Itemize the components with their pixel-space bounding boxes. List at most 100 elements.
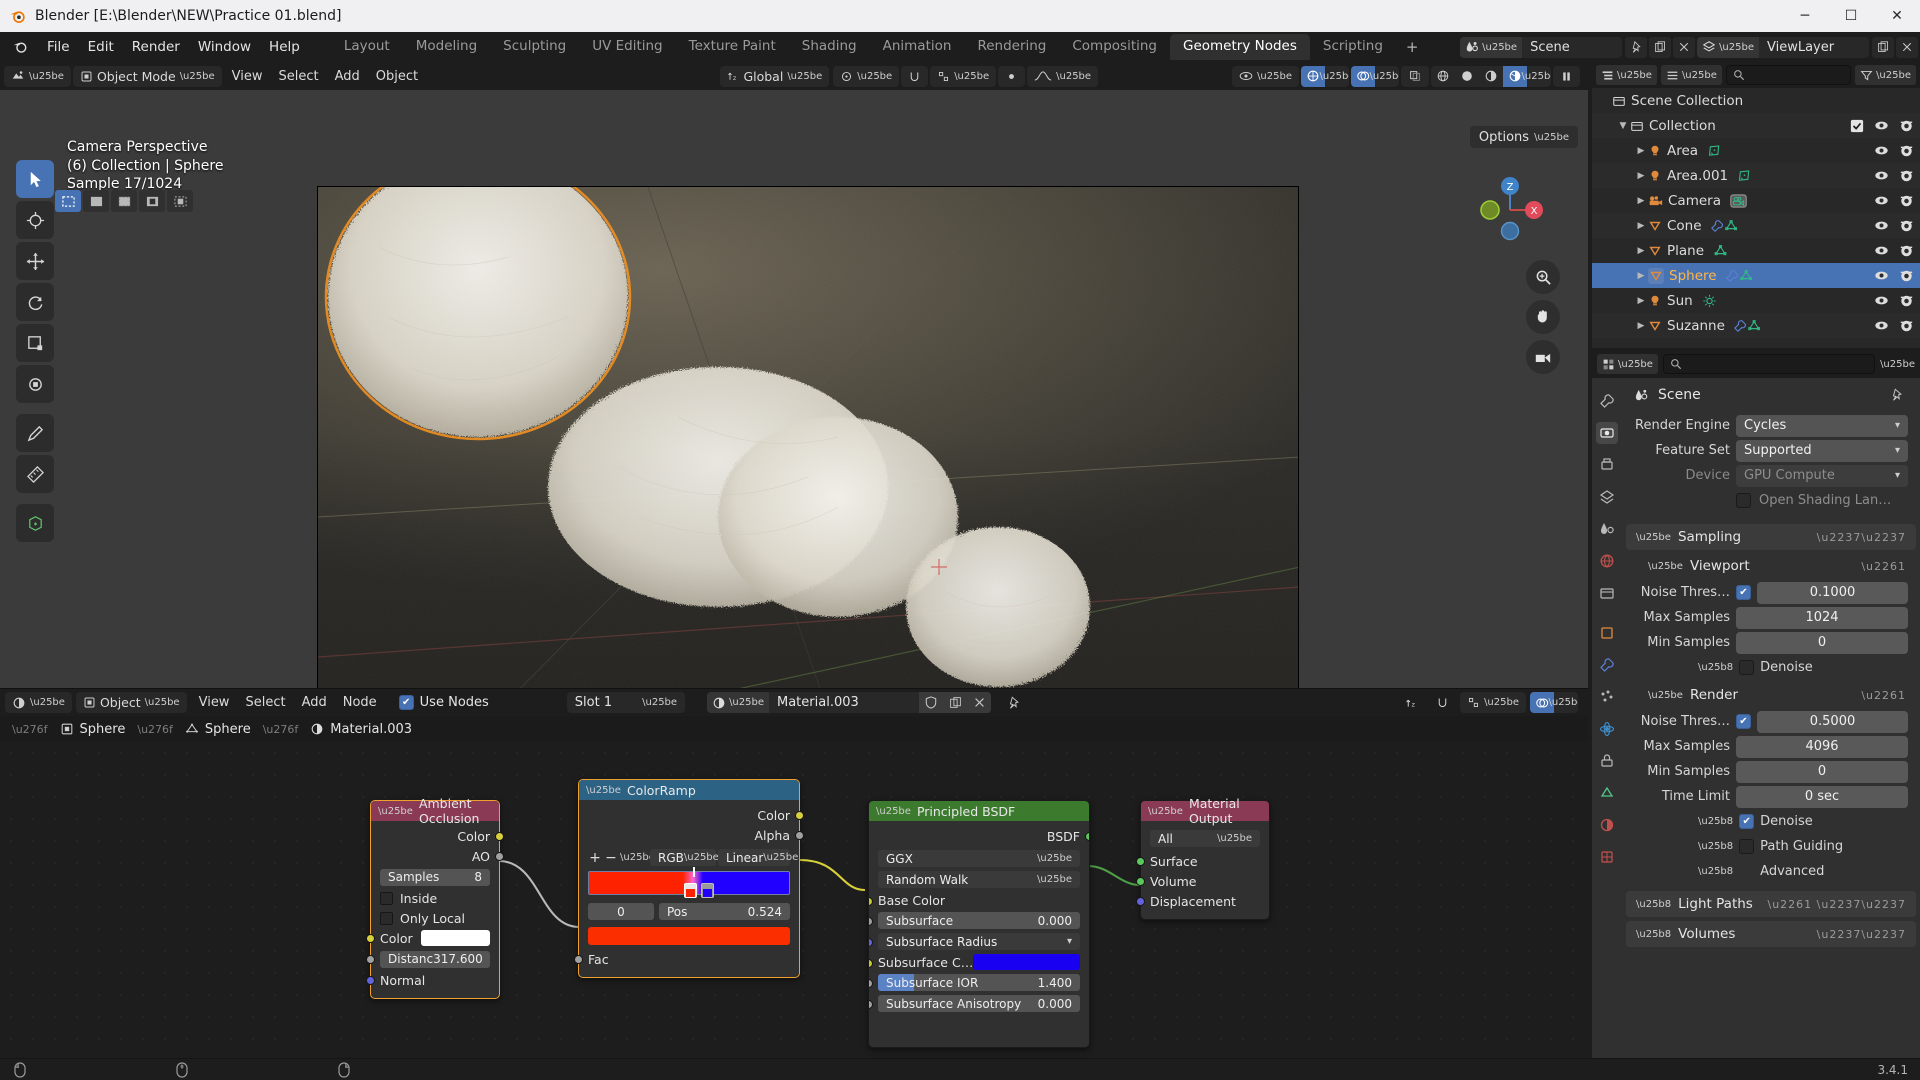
viewport-options-button[interactable]: Options \u25be: [1469, 126, 1578, 148]
outliner-item-label[interactable]: Scene Collection: [1631, 93, 1743, 109]
tool-measure-icon[interactable]: [16, 455, 54, 493]
hide-in-viewport-icon[interactable]: [1874, 244, 1889, 257]
path-guiding-checkbox[interactable]: [1739, 839, 1755, 854]
node-principled-bsdf[interactable]: \u25be Principled BSDF BSDF GGX \u25be R…: [868, 800, 1090, 1048]
outliner-item-label[interactable]: Plane: [1667, 243, 1704, 259]
select-subtract-icon[interactable]: [111, 190, 137, 212]
render-sampling-chevron[interactable]: \u25be: [1648, 690, 1683, 701]
viewport-sampling-preset-icon[interactable]: \u2261: [1861, 560, 1906, 573]
tab-world[interactable]: [1596, 550, 1618, 572]
ramp-index-pos-row[interactable]: 0 Pos 0.524: [579, 895, 799, 920]
render-sampling-row-time-limit[interactable]: Time Limit 0 sec: [1626, 785, 1908, 808]
tool-cursor-icon[interactable]: [16, 201, 54, 239]
properties-header-chevron[interactable]: \u25be: [1880, 359, 1915, 370]
bsdf-row-subsurface-anisotropy[interactable]: Subsurface Anisotropy 0.000: [869, 993, 1089, 1014]
disable-in-render-icon[interactable]: [1899, 244, 1914, 258]
tab-view-layer[interactable]: [1596, 486, 1618, 508]
tab-render[interactable]: [1596, 422, 1618, 444]
outliner-expand-arrow[interactable]: ▶: [1634, 321, 1648, 331]
disable-in-render-icon[interactable]: [1899, 194, 1914, 208]
workspace-tab-scripting[interactable]: Scripting: [1310, 34, 1396, 61]
duplicate-material-icon[interactable]: [943, 692, 967, 713]
section-sampling[interactable]: \u25be Sampling \u2237\u2237: [1626, 524, 1916, 550]
matout-target-selector[interactable]: All \u25be: [1150, 830, 1260, 847]
ramp-menu-chevron[interactable]: \u25be: [620, 852, 655, 863]
viewport-sampling-noise-threshold-checkbox[interactable]: [1736, 585, 1751, 600]
bsdf-output-socket[interactable]: [1085, 832, 1089, 841]
blender-menu-icon[interactable]: [12, 39, 28, 55]
ao-normal-input-socket[interactable]: [366, 976, 375, 985]
ramp-active-color-row[interactable]: [579, 920, 799, 949]
properties-editor-type-selector[interactable]: \u25be: [1597, 354, 1658, 374]
scene-selector[interactable]: \u25be Scene: [1460, 36, 1623, 58]
tab-tool[interactable]: [1596, 390, 1618, 412]
shader-editor[interactable]: \u25be Object \u25be ViewSelectAddNode U…: [0, 688, 1588, 1048]
viewport-sampling-chevron[interactable]: \u25be: [1648, 561, 1683, 572]
ramp-stop-left[interactable]: [683, 883, 697, 898]
outliner-expand-arrow[interactable]: ▶: [1634, 246, 1648, 256]
breadcrumb-mesh-name[interactable]: Sphere: [205, 722, 251, 737]
outliner-item-label[interactable]: Suzanne: [1667, 318, 1725, 334]
render-denoise-checkbox[interactable]: [1739, 814, 1755, 829]
ramp-collapse-chevron[interactable]: \u25be: [586, 785, 621, 796]
material-browse-icon[interactable]: \u25be: [707, 692, 769, 713]
proportional-falloff-selector[interactable]: \u25be: [1027, 65, 1099, 87]
node-ambient-occlusion[interactable]: \u25be Ambient Occlusion Color AO Sample: [366, 796, 504, 999]
disable-in-render-icon[interactable]: [1899, 144, 1914, 158]
matout-input-volume[interactable]: Volume: [1136, 871, 1269, 891]
outliner-item-label[interactable]: Sphere: [1669, 268, 1717, 284]
property-row-device[interactable]: Device GPU Compute ▾: [1626, 464, 1908, 487]
ao-color-output-socket[interactable]: [495, 832, 504, 841]
menu-file[interactable]: File: [38, 36, 79, 58]
workspace-tab-modeling[interactable]: Modeling: [403, 34, 490, 61]
outliner-expand-arrow[interactable]: ▶: [1634, 171, 1648, 181]
bsdf-row-subsurface[interactable]: Subsurface 0.000: [869, 910, 1089, 931]
outliner-expand-arrow[interactable]: ▶: [1634, 221, 1648, 231]
transform-orientation-selector[interactable]: z Global \u25be: [720, 65, 830, 87]
workspace-tab-geometry-nodes[interactable]: Geometry Nodes: [1170, 33, 1310, 61]
ao-only-local-checkbox[interactable]: [380, 911, 393, 925]
node-material-output[interactable]: \u25be Material Output All \u25be Surface…: [1136, 796, 1270, 920]
menu-render[interactable]: Render: [123, 36, 189, 58]
node-canvas[interactable]: \u25be Ambient Occlusion Color AO Sample: [0, 742, 1588, 1048]
breadcrumb-object-name[interactable]: Sphere: [80, 722, 126, 737]
navigation-gizmo[interactable]: Z X: [1468, 168, 1552, 252]
advanced-row[interactable]: \u25b8 Advanced: [1626, 860, 1908, 883]
ao-output-ao-row[interactable]: AO: [371, 846, 504, 866]
outliner-expand-arrow[interactable]: ▶: [1634, 146, 1648, 156]
matout-collapse-chevron[interactable]: \u25be: [1148, 806, 1183, 817]
matout-input-surface[interactable]: Surface: [1136, 851, 1269, 871]
outliner-item-label[interactable]: Area: [1667, 143, 1698, 159]
tab-texture[interactable]: [1596, 846, 1618, 868]
ao-output-color-row[interactable]: Color: [371, 826, 504, 846]
render-sampling-noise-threshold-checkbox[interactable]: [1736, 714, 1751, 729]
bsdf-row-subsurface-ior[interactable]: Subsurface IOR 1.400: [869, 972, 1089, 993]
tab-particles[interactable]: [1596, 686, 1618, 708]
property-row-render-engine[interactable]: Render Engine Cycles ▾: [1626, 414, 1908, 437]
matout-input-socket[interactable]: [1136, 897, 1145, 906]
light-paths-drag-handle[interactable]: \u2261 \u2237\u2237: [1767, 898, 1906, 911]
render-denoise-chevron[interactable]: \u25b8: [1698, 816, 1733, 827]
bsdf-slider[interactable]: Subsurface IOR 1.400: [878, 974, 1080, 991]
ramp-color-output-socket[interactable]: [795, 811, 804, 820]
render-sampling-value-min-samples[interactable]: 0: [1736, 760, 1908, 783]
path-guiding-row[interactable]: \u25b8 Path Guiding: [1626, 835, 1908, 858]
bsdf-distribution-row[interactable]: GGX \u25be: [869, 846, 1089, 867]
snap-toggle-button[interactable]: [901, 65, 929, 87]
render-sampling-row-noise-thres-[interactable]: Noise Thres… 0.5000: [1626, 710, 1908, 733]
ao-normal-row[interactable]: Normal: [366, 970, 499, 990]
menu-help[interactable]: Help: [260, 36, 309, 58]
shader-editor-type-selector[interactable]: \u25be: [5, 692, 72, 713]
node-ambient-occlusion-header[interactable]: \u25be Ambient Occlusion: [371, 796, 499, 826]
outliner-row-sphere[interactable]: ▶ Sphere: [1592, 263, 1920, 288]
pin-properties-icon[interactable]: [1890, 388, 1904, 402]
viewport-menu-view[interactable]: View: [224, 67, 271, 86]
outliner-panel[interactable]: \u25be \u25be \u25be Scene Collection ▼ Co…: [1592, 62, 1920, 348]
outliner-display-mode-selector[interactable]: \u25be: [1660, 65, 1722, 85]
properties-panel[interactable]: \u25be \u25be Scene Render Engine Cycles…: [1592, 350, 1920, 1063]
matout-target-row[interactable]: All \u25be: [1141, 826, 1269, 851]
shading-solid-button[interactable]: [1455, 66, 1479, 87]
select-invert-icon[interactable]: [139, 190, 165, 212]
material-slot-selector[interactable]: Slot 1 \u25be: [566, 692, 686, 713]
outliner-search-input[interactable]: [1725, 65, 1852, 85]
